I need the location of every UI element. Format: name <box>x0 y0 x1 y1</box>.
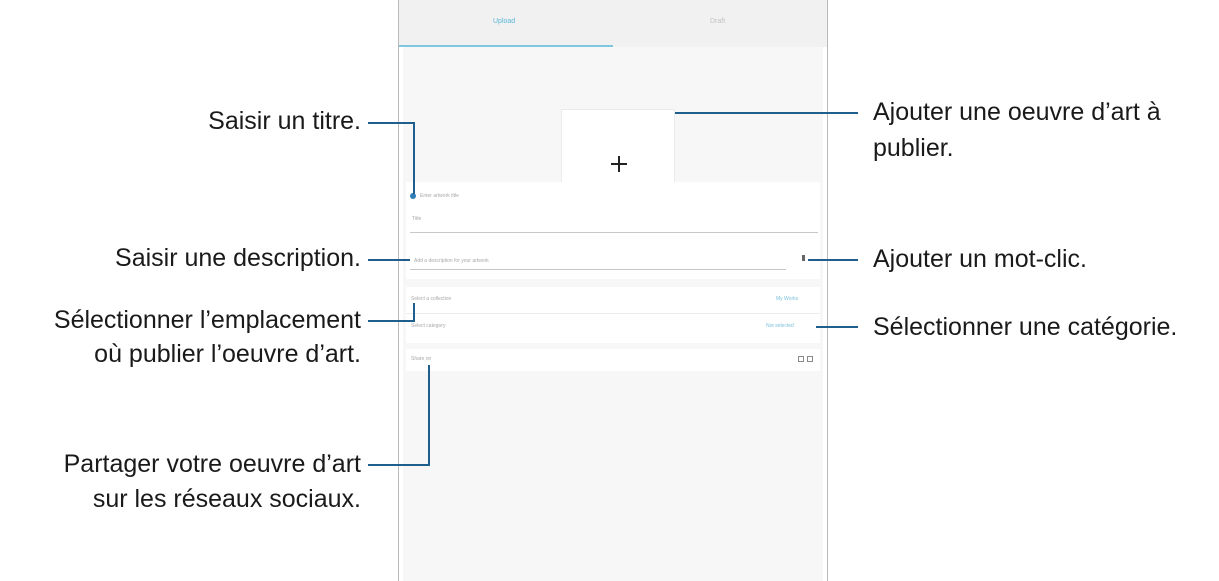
callout-location-line1: Sélectionner l’emplacement <box>53 306 361 334</box>
tag-icon[interactable] <box>802 255 805 261</box>
plus-icon <box>611 156 627 172</box>
tab-draft[interactable]: Draft <box>710 18 725 25</box>
callout-add-art-line1: Ajouter une oeuvre d’art à <box>873 98 1161 126</box>
callout-share-line1: Partager votre oeuvre d’art <box>63 450 361 478</box>
callout-location-line2: où publier l’oeuvre d’art. <box>94 340 361 368</box>
title-input[interactable]: Title <box>412 216 421 222</box>
location-label: Select a collection <box>411 296 452 302</box>
category-callout-line <box>816 326 858 328</box>
share-option-icon[interactable] <box>798 356 804 362</box>
share-callout-line-vertical <box>428 365 430 466</box>
category-value[interactable]: Not selected <box>766 323 794 329</box>
callout-tag: Ajouter un mot-clic. <box>873 245 1087 273</box>
location-category-card <box>406 287 820 343</box>
location-value[interactable]: My Works <box>776 296 798 302</box>
title-hint: Enter artwork title <box>420 193 459 199</box>
callout-title: Saisir un titre. <box>208 107 361 135</box>
share-option-icon[interactable] <box>807 356 813 362</box>
share-label: Share on <box>411 356 432 362</box>
share-card <box>406 349 820 371</box>
divider <box>406 313 820 314</box>
callout-category: Sélectionner une catégorie. <box>873 313 1178 341</box>
title-callout-line <box>368 122 415 124</box>
category-label: Select category <box>411 323 446 329</box>
title-description-card <box>406 182 820 279</box>
callout-description: Saisir une description. <box>115 244 361 272</box>
location-callout-line <box>368 320 415 322</box>
add-art-callout-line <box>675 112 858 114</box>
title-callout-line-vertical <box>413 122 415 194</box>
title-underline <box>410 232 818 233</box>
share-icons <box>798 356 814 363</box>
callout-share-line2: sur les réseaux sociaux. <box>92 485 361 513</box>
description-underline <box>410 269 786 270</box>
description-input[interactable]: Add a description for your artwork <box>414 258 489 264</box>
location-callout-line-vertical <box>413 303 415 322</box>
tab-bar: Upload Draft <box>399 0 827 47</box>
callout-add-art-line2: publier. <box>873 134 954 162</box>
description-callout-line <box>368 259 410 261</box>
tag-callout-line <box>808 259 858 261</box>
tab-upload[interactable]: Upload <box>493 18 515 25</box>
share-callout-line <box>368 464 430 466</box>
